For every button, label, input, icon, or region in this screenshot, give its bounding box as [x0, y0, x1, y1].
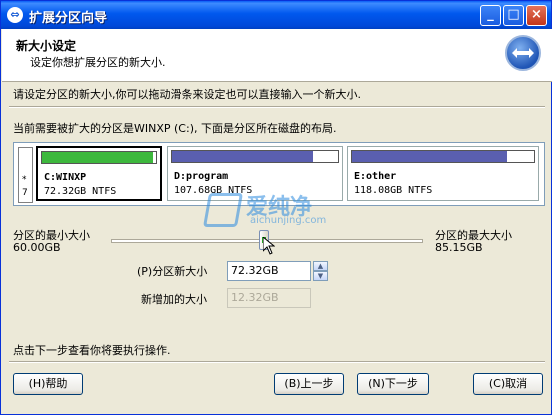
page-title: 新大小设定 [16, 39, 77, 53]
partition-size: 72.32GB NTFS [44, 186, 117, 197]
next-button[interactable]: (N)下一步 [357, 373, 429, 395]
footer-divider [9, 361, 545, 363]
partition-e[interactable]: E:other 118.08GB NTFS [347, 146, 539, 201]
disk-info-number: 7 [22, 188, 28, 198]
disk-info-symbol: * [22, 175, 27, 185]
usage-fill [42, 152, 153, 163]
close-button[interactable]: × [526, 5, 547, 26]
new-size-label: (P)分区新大小 [137, 265, 208, 278]
usage-fill [352, 151, 507, 162]
partition-name: D:program [174, 171, 229, 182]
watermark: 爱纯净 aichunjing.com [203, 189, 356, 231]
usage-bar [41, 151, 157, 164]
cancel-button[interactable]: (C)取消 [473, 373, 543, 395]
current-partition-note: 当前需要被扩大的分区是WINXP (C:), 下面是分区所在磁盘的布局. [13, 122, 337, 135]
spin-down-button[interactable]: ▼ [313, 271, 328, 281]
resize-arrows-icon [505, 35, 541, 71]
disk-info: * 7 [18, 147, 33, 203]
instruction-text: 请设定分区的新大小,你可以拖动滑条来设定也可以直接输入一个新大小. [13, 88, 361, 101]
partition-size: 118.08GB NTFS [354, 185, 433, 196]
new-size-input[interactable]: 72.32GB [227, 261, 311, 281]
footer-note: 点击下一步查看你将要执行操作. [13, 344, 171, 357]
partition-name: C:WINXP [44, 172, 87, 183]
watermark-logo-icon [203, 193, 243, 227]
usage-bar [351, 150, 535, 163]
watermark-url: aichunjing.com [250, 215, 327, 226]
minimize-button[interactable]: _ [480, 5, 501, 26]
added-size-field: 12.32GB [227, 288, 311, 308]
maximize-button[interactable]: □ [503, 5, 524, 26]
usage-bar [171, 150, 339, 163]
min-size-value: 60.00GB [13, 241, 61, 254]
mouse-cursor-icon [263, 237, 275, 255]
help-button[interactable]: (H)帮助 [13, 373, 83, 395]
wizard-window: ⇔ 扩展分区向导 _ □ × 新大小设定 设定你想扩展分区的新大小. 请设定分区… [0, 0, 552, 415]
divider [9, 106, 545, 108]
wizard-icon: ⇔ [7, 7, 23, 23]
title-bar[interactable]: ⇔ 扩展分区向导 _ □ × [1, 1, 551, 29]
back-button[interactable]: (B)上一步 [274, 373, 344, 395]
partition-name: E:other [354, 171, 397, 182]
max-size-value: 85.15GB [435, 241, 483, 254]
partition-c[interactable]: C:WINXP 72.32GB NTFS [36, 146, 162, 201]
usage-fill [172, 151, 314, 162]
page-subtitle: 设定你想扩展分区的新大小. [30, 56, 166, 69]
wizard-header: 新大小设定 设定你想扩展分区的新大小. [2, 29, 552, 82]
added-size-label: 新增加的大小 [141, 293, 207, 306]
spin-up-button[interactable]: ▲ [313, 261, 328, 271]
window-title: 扩展分区向导 [29, 11, 108, 26]
